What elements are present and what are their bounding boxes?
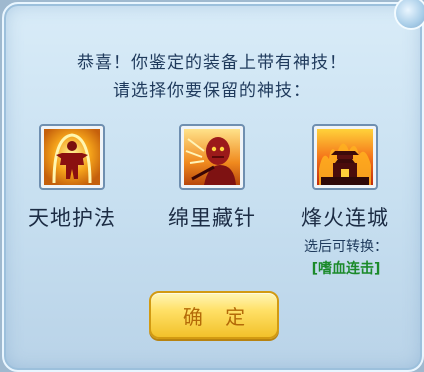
skill-name-2: 绵里藏针 (168, 206, 256, 230)
skill-icon-frame[interactable] (312, 124, 378, 190)
skill-name-1: 天地护法 (28, 206, 116, 230)
skill-name-3: 烽火连城 (301, 206, 389, 230)
skill-icon-frame[interactable] (179, 124, 245, 190)
skill-option-1[interactable]: 天地护法 (17, 124, 127, 232)
skill-option-2[interactable]: 绵里藏针 (157, 124, 267, 232)
guardian-figure-icon (44, 129, 100, 185)
skill-option-3[interactable]: 烽火连城 (290, 124, 400, 232)
convert-hint: 选后可转换： (304, 239, 388, 255)
confirm-button[interactable]: 确 定 (149, 291, 279, 339)
corner-close-icon[interactable] (394, 0, 424, 30)
skill-icon-frame[interactable] (39, 124, 105, 190)
burning-fortress-icon (317, 129, 373, 185)
select-prompt: 请选择你要保留的神技： (113, 81, 311, 101)
convert-target-skill: [嗜血连击] (311, 261, 381, 277)
congrats-message: 恭喜！你鉴定的装备上带有神技！ (77, 53, 347, 73)
needle-warrior-icon (184, 129, 240, 185)
